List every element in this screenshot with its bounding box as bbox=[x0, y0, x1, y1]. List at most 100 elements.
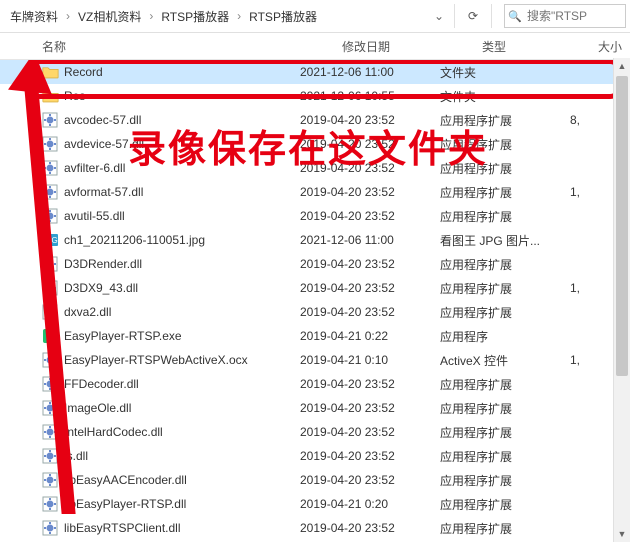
table-row[interactable]: js.dll2019-04-20 23:52应用程序扩展 bbox=[0, 444, 630, 468]
file-date: 2019-04-21 0:22 bbox=[300, 329, 440, 343]
scroll-up-button[interactable]: ▲ bbox=[614, 58, 630, 74]
search-icon: 🔍 bbox=[505, 10, 525, 23]
file-size: 8, bbox=[540, 113, 580, 127]
file-date: 2019-04-20 23:52 bbox=[300, 305, 440, 319]
table-row[interactable]: dxva2.dll2019-04-20 23:52应用程序扩展 bbox=[0, 300, 630, 324]
table-row[interactable]: EasyPlayer-RTSP.exe2019-04-21 0:22应用程序 bbox=[0, 324, 630, 348]
table-row[interactable]: D3DRender.dll2019-04-20 23:52应用程序扩展 bbox=[0, 252, 630, 276]
file-name: ImageOle.dll bbox=[64, 401, 300, 415]
dll-icon bbox=[40, 470, 60, 490]
file-type: 应用程序扩展 bbox=[440, 304, 540, 321]
scroll-down-button[interactable]: ▼ bbox=[614, 526, 630, 542]
table-row[interactable]: IntelHardCodec.dll2019-04-20 23:52应用程序扩展 bbox=[0, 420, 630, 444]
table-row[interactable]: avdevice-57.dll2019-04-20 23:52应用程序扩展 bbox=[0, 132, 630, 156]
file-type: 应用程序扩展 bbox=[440, 448, 540, 465]
breadcrumb-item[interactable]: 车牌资料 bbox=[4, 4, 64, 29]
table-row[interactable]: Res2021-12-06 10:55文件夹 bbox=[0, 84, 630, 108]
file-type: 应用程序扩展 bbox=[440, 184, 540, 201]
breadcrumb-item[interactable]: VZ相机资料 bbox=[72, 4, 147, 29]
file-date: 2019-04-20 23:52 bbox=[300, 209, 440, 223]
scrollbar[interactable]: ▲ ▼ bbox=[613, 58, 630, 542]
divider bbox=[491, 4, 492, 28]
table-row[interactable]: FFDecoder.dll2019-04-20 23:52应用程序扩展 bbox=[0, 372, 630, 396]
breadcrumb: 车牌资料 › VZ相机资料 › RTSP播放器 › RTSP播放器 bbox=[4, 4, 430, 29]
file-type: 应用程序扩展 bbox=[440, 208, 540, 225]
dll-icon bbox=[40, 158, 60, 178]
file-type: 应用程序扩展 bbox=[440, 376, 540, 393]
file-type: 应用程序扩展 bbox=[440, 424, 540, 441]
dll-icon bbox=[40, 350, 60, 370]
chevron-down-icon[interactable]: ⌄ bbox=[430, 9, 448, 23]
table-row[interactable]: avutil-55.dll2019-04-20 23:52应用程序扩展 bbox=[0, 204, 630, 228]
table-row[interactable]: EasyPlayer-RTSPWebActiveX.ocx2019-04-21 … bbox=[0, 348, 630, 372]
breadcrumb-item[interactable]: RTSP播放器 bbox=[243, 4, 323, 29]
file-date: 2019-04-20 23:52 bbox=[300, 401, 440, 415]
file-date: 2019-04-20 23:52 bbox=[300, 161, 440, 175]
dll-icon bbox=[40, 182, 60, 202]
file-name: D3DRender.dll bbox=[64, 257, 300, 271]
file-date: 2019-04-21 0:10 bbox=[300, 353, 440, 367]
search-box[interactable]: 🔍 bbox=[504, 4, 626, 28]
table-row[interactable]: libEasyAACEncoder.dll2019-04-20 23:52应用程… bbox=[0, 468, 630, 492]
file-name: avcodec-57.dll bbox=[64, 113, 300, 127]
file-name: avformat-57.dll bbox=[64, 185, 300, 199]
table-row[interactable]: avformat-57.dll2019-04-20 23:52应用程序扩展1, bbox=[0, 180, 630, 204]
header-size[interactable]: 大小 bbox=[582, 38, 622, 55]
breadcrumb-item[interactable]: RTSP播放器 bbox=[155, 4, 235, 29]
table-row[interactable]: avcodec-57.dll2019-04-20 23:52应用程序扩展8, bbox=[0, 108, 630, 132]
file-type: 文件夹 bbox=[440, 64, 540, 81]
file-size: 1, bbox=[540, 185, 580, 199]
divider bbox=[454, 4, 455, 28]
file-name: Record bbox=[64, 65, 300, 79]
chevron-right-icon: › bbox=[147, 9, 155, 23]
file-type: 应用程序扩展 bbox=[440, 160, 540, 177]
file-type: 应用程序扩展 bbox=[440, 280, 540, 297]
table-row[interactable]: avfilter-6.dll2019-04-20 23:52应用程序扩展 bbox=[0, 156, 630, 180]
dll-icon bbox=[40, 398, 60, 418]
file-date: 2019-04-20 23:52 bbox=[300, 137, 440, 151]
file-type: 应用程序扩展 bbox=[440, 400, 540, 417]
file-name: libEasyRTSPClient.dll bbox=[64, 521, 300, 535]
refresh-button[interactable]: ⟳ bbox=[461, 4, 485, 28]
dll-icon bbox=[40, 254, 60, 274]
file-name: D3DX9_43.dll bbox=[64, 281, 300, 295]
file-date: 2021-12-06 11:00 bbox=[300, 233, 440, 247]
file-date: 2019-04-20 23:52 bbox=[300, 521, 440, 535]
file-type: 应用程序扩展 bbox=[440, 496, 540, 513]
dll-icon bbox=[40, 422, 60, 442]
file-date: 2019-04-20 23:52 bbox=[300, 449, 440, 463]
dll-icon bbox=[40, 134, 60, 154]
dll-icon bbox=[40, 494, 60, 514]
file-name: dxva2.dll bbox=[64, 305, 300, 319]
table-row[interactable]: ImageOle.dll2019-04-20 23:52应用程序扩展 bbox=[0, 396, 630, 420]
file-name: Res bbox=[64, 89, 300, 103]
file-name: EasyPlayer-RTSP.exe bbox=[64, 329, 300, 343]
table-row[interactable]: libEasyRTSPClient.dll2019-04-20 23:52应用程… bbox=[0, 516, 630, 540]
file-date: 2019-04-20 23:52 bbox=[300, 257, 440, 271]
file-type: 应用程序 bbox=[440, 328, 540, 345]
file-date: 2019-04-20 23:52 bbox=[300, 473, 440, 487]
scroll-thumb[interactable] bbox=[616, 76, 628, 376]
file-type: 应用程序扩展 bbox=[440, 112, 540, 129]
file-name: avutil-55.dll bbox=[64, 209, 300, 223]
file-name: libEasyPlayer-RTSP.dll bbox=[64, 497, 300, 511]
header-type[interactable]: 类型 bbox=[482, 38, 582, 55]
file-list: Record2021-12-06 11:00文件夹Res2021-12-06 1… bbox=[0, 60, 630, 542]
table-row[interactable]: JPGch1_20211206-110051.jpg2021-12-06 11:… bbox=[0, 228, 630, 252]
file-type: 应用程序扩展 bbox=[440, 136, 540, 153]
header-date[interactable]: 修改日期 bbox=[342, 38, 482, 55]
chevron-right-icon: › bbox=[64, 9, 72, 23]
table-row[interactable]: libEasyPlayer-RTSP.dll2019-04-21 0:20应用程… bbox=[0, 492, 630, 516]
table-row[interactable]: D3DX9_43.dll2019-04-20 23:52应用程序扩展1, bbox=[0, 276, 630, 300]
table-row[interactable]: Record2021-12-06 11:00文件夹 bbox=[0, 60, 630, 84]
address-bar: 车牌资料 › VZ相机资料 › RTSP播放器 › RTSP播放器 ⌄ ⟳ 🔍 bbox=[0, 0, 630, 33]
dll-icon bbox=[40, 206, 60, 226]
file-type: 应用程序扩展 bbox=[440, 520, 540, 537]
header-name[interactable]: 名称 bbox=[0, 38, 342, 55]
folder-icon bbox=[40, 62, 60, 82]
file-date: 2019-04-20 23:52 bbox=[300, 425, 440, 439]
dll-icon bbox=[40, 302, 60, 322]
file-name: FFDecoder.dll bbox=[64, 377, 300, 391]
search-input[interactable] bbox=[525, 8, 621, 24]
dll-icon bbox=[40, 110, 60, 130]
